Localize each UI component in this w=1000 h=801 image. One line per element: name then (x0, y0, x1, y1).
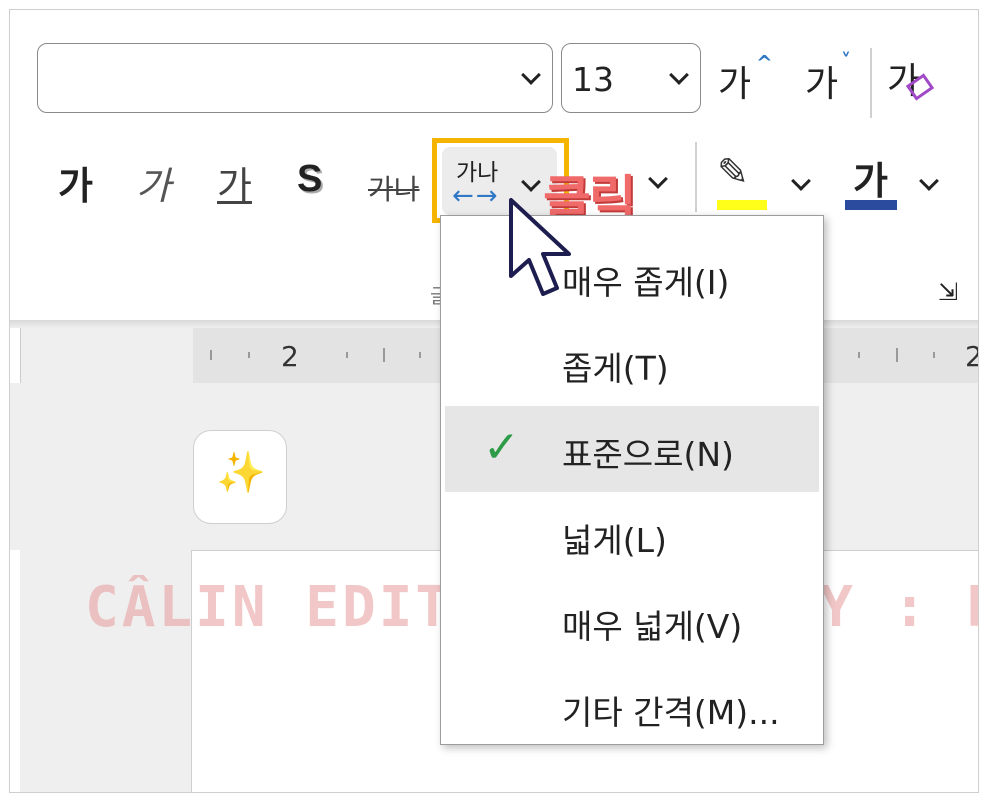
chevron-down-icon[interactable] (919, 171, 939, 191)
chevron-down-icon[interactable] (648, 169, 668, 189)
ruler-tick (383, 348, 385, 362)
font-color-button[interactable]: 가 (853, 150, 888, 205)
left-page-edge (10, 550, 20, 792)
ruler-number: 2 (965, 340, 978, 373)
ribbon-divider (695, 142, 697, 212)
chevron-down-icon[interactable] (791, 171, 811, 191)
ruler-number: 2 (281, 340, 299, 373)
ruler-tick (933, 352, 935, 358)
highlight-color-swatch (717, 200, 767, 210)
menu-item-loose[interactable]: 넓게(L) (445, 492, 819, 578)
character-spacing-menu: 매우 좁게(I) 좁게(T) ✓ 표준으로(N) 넓게(L) 매우 넓게(V) … (440, 215, 824, 745)
app-window: 13 가 ^ 가 ˅ 가 가 가 가 S 가나 가나 ←→ ✎ 가 ⇲ 2 ✨ … (9, 9, 979, 793)
copilot-button[interactable]: ✨ (193, 430, 287, 524)
menu-item-label: 매우 넓게(V) (562, 607, 743, 646)
grow-font-button[interactable]: 가 ^ (718, 51, 773, 107)
menu-item-normal[interactable]: ✓ 표준으로(N) (445, 406, 819, 492)
double-arrow-icon: ←→ (452, 181, 500, 211)
underline-button[interactable]: 가 (217, 155, 252, 210)
font-size-value: 13 (572, 60, 614, 99)
ruler-tick (210, 350, 212, 360)
sparkle-icon: ✨ (216, 450, 266, 496)
menu-item-label: 넓게(L) (562, 521, 667, 560)
strikethrough-button[interactable]: 가나 (368, 168, 420, 208)
ruler-tick (858, 352, 860, 358)
ribbon-divider (870, 48, 872, 118)
menu-item-more-spacing[interactable]: 기타 간격(M)... (445, 664, 819, 750)
text-shadow-button[interactable]: S (297, 158, 322, 201)
font-name-combo[interactable] (37, 43, 553, 113)
font-color-swatch (845, 200, 897, 210)
italic-button[interactable]: 가 (136, 155, 171, 210)
menu-item-label: 표준으로(N) (562, 435, 734, 474)
grow-font-icon: 가 (718, 64, 752, 105)
clear-formatting-button[interactable]: 가 (887, 52, 935, 104)
menu-item-tight[interactable]: 좁게(T) (445, 320, 819, 406)
ruler-tick (248, 352, 250, 358)
checkmark-icon: ✓ (483, 422, 520, 473)
highlighter-icon[interactable]: ✎ (717, 150, 749, 194)
menu-item-very-tight[interactable]: 매우 좁게(I) (445, 234, 819, 320)
shrink-font-icon: 가 (805, 64, 839, 105)
ruler-tick (896, 348, 898, 362)
ruler-tick (346, 352, 348, 358)
font-size-combo[interactable]: 13 (561, 43, 701, 113)
dialog-launcher-icon[interactable]: ⇲ (938, 278, 958, 306)
menu-item-label: 기타 간격(M)... (562, 693, 780, 732)
menu-item-very-loose[interactable]: 매우 넓게(V) (445, 578, 819, 664)
chevron-down-icon (521, 65, 541, 85)
menu-item-label: 매우 좁게(I) (562, 263, 730, 302)
menu-item-label: 좁게(T) (562, 349, 669, 388)
ruler-tick (419, 352, 421, 358)
chevron-down-icon (669, 65, 689, 85)
shrink-font-button[interactable]: 가 ˅ (805, 49, 851, 107)
bold-button[interactable]: 가 (58, 155, 93, 210)
mouse-cursor-icon (509, 198, 571, 296)
ruler-left-margin (10, 328, 21, 383)
chevron-down-icon (521, 172, 541, 192)
